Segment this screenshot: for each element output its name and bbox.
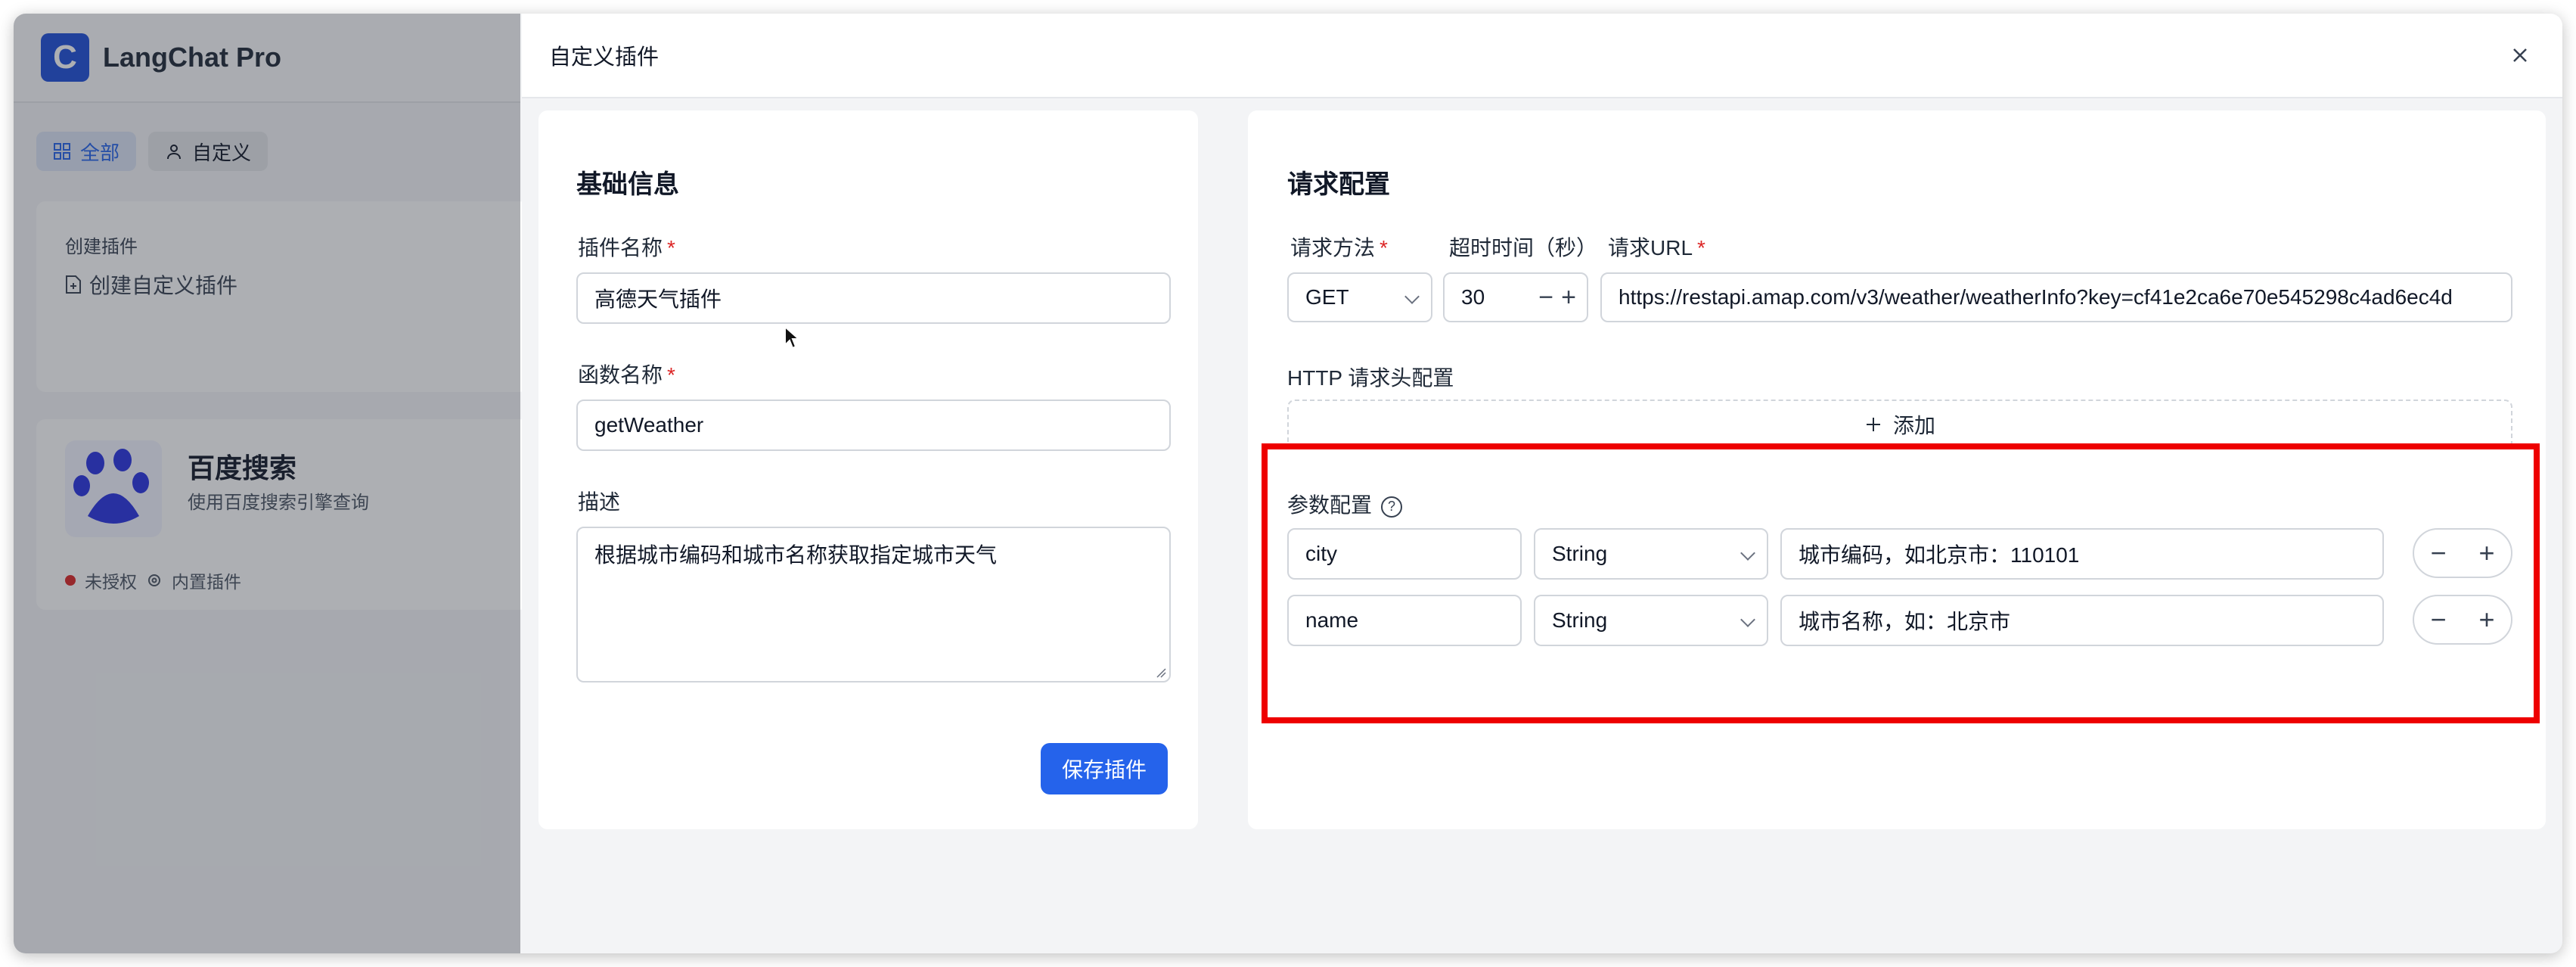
minus-icon[interactable]: −: [1538, 283, 1553, 312]
drawer-header: 自定义插件: [522, 14, 2562, 98]
close-icon[interactable]: [2505, 40, 2535, 70]
required-mark: *: [1380, 236, 1388, 260]
function-name-value: getWeather: [594, 413, 704, 437]
drawer-title: 自定义插件: [549, 45, 660, 70]
function-name-input[interactable]: getWeather: [576, 400, 1171, 451]
url-input[interactable]: https://restapi.amap.com/v3/weather/weat…: [1600, 272, 2512, 322]
function-name-label: 函数名称 *: [578, 359, 675, 389]
app-window: C LangChat Pro 全部 自定义 创建插件 创建自定义插件 百度搜索 …: [14, 14, 2562, 953]
url-value: https://restapi.amap.com/v3/weather/weat…: [1619, 285, 2453, 309]
required-mark: *: [667, 236, 675, 260]
required-mark: *: [1697, 236, 1705, 260]
request-config-title: 请求配置: [1287, 170, 1390, 199]
plugin-name-value: 高德天气插件: [594, 288, 722, 311]
method-label-text: 请求方法: [1290, 236, 1376, 260]
highlight-box: [1262, 443, 2540, 723]
plugin-name-input[interactable]: 高德天气插件: [576, 272, 1171, 324]
mouse-cursor-icon: [784, 325, 800, 350]
resize-handle-icon[interactable]: [1154, 666, 1166, 678]
drawer-mask[interactable]: [14, 14, 520, 953]
description-label: 描述: [578, 490, 621, 514]
url-label-text: 请求URL: [1608, 236, 1693, 260]
chevron-down-icon: [1404, 289, 1420, 304]
plugin-name-label-text: 插件名称: [578, 236, 663, 260]
method-label: 请求方法 *: [1290, 232, 1388, 262]
save-plugin-button[interactable]: 保存插件: [1041, 743, 1168, 794]
method-value: GET: [1305, 285, 1349, 309]
url-label: 请求URL *: [1608, 232, 1705, 262]
method-select[interactable]: GET: [1287, 272, 1432, 322]
stepper-buttons: − +: [1538, 274, 1576, 321]
basic-info-panel: 基础信息 插件名称 * 高德天气插件 函数名称 * getWeather 描述 根据…: [538, 110, 1198, 829]
background-app: C LangChat Pro 全部 自定义 创建插件 创建自定义插件 百度搜索 …: [14, 14, 528, 953]
basic-info-title: 基础信息: [576, 170, 679, 199]
timeout-value: 30: [1461, 285, 1485, 309]
add-header-label: 添加: [1892, 414, 1935, 437]
timeout-stepper[interactable]: 30 − +: [1443, 272, 1588, 322]
description-value: 根据城市编码和城市名称获取指定城市天气: [594, 543, 998, 567]
plugin-name-label: 插件名称 *: [578, 232, 675, 262]
headers-label: HTTP 请求头配置: [1287, 366, 1454, 390]
plus-icon[interactable]: +: [1561, 283, 1576, 312]
required-mark: *: [667, 363, 675, 387]
plus-icon: [1866, 418, 1880, 431]
timeout-label: 超时时间（秒）: [1449, 236, 1598, 260]
function-name-label-text: 函数名称: [578, 363, 663, 387]
add-header-button[interactable]: 添加: [1287, 400, 2512, 449]
description-textarea[interactable]: 根据城市编码和城市名称获取指定城市天气: [576, 527, 1171, 682]
